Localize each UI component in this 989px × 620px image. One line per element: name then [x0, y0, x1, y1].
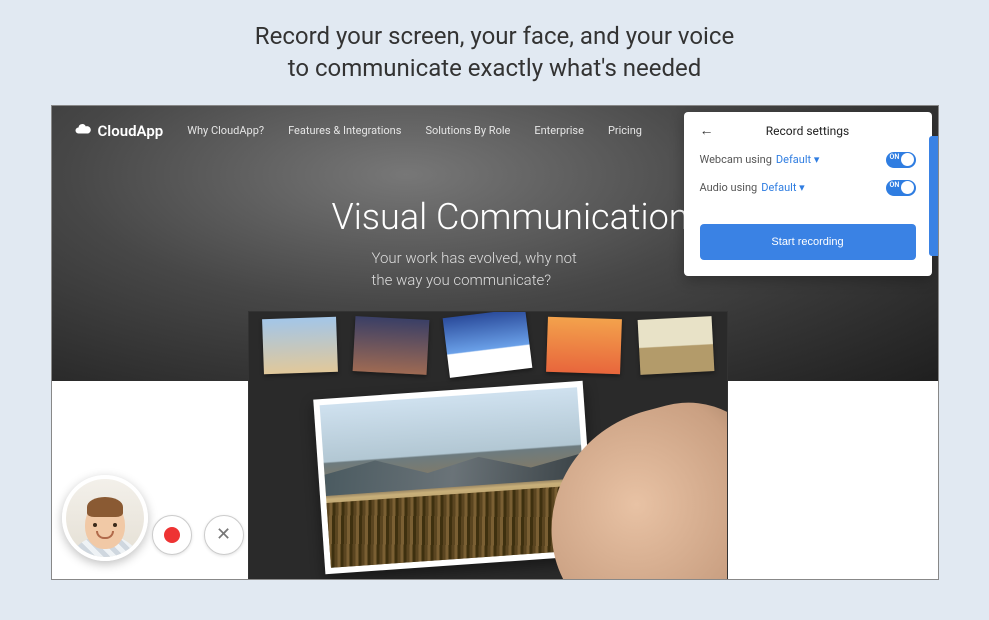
nav-link-features[interactable]: Features & Integrations: [288, 124, 401, 137]
toggle-on-label: ON: [890, 181, 900, 189]
hero-title: Visual Communication: [332, 196, 689, 238]
photo-thumb: [262, 317, 338, 375]
photo-thumb: [443, 311, 533, 378]
hero-image: [248, 311, 728, 580]
nav-link-enterprise[interactable]: Enterprise: [534, 124, 584, 137]
audio-toggle[interactable]: ON: [886, 180, 916, 196]
start-recording-button[interactable]: Start recording: [700, 224, 916, 260]
side-tab[interactable]: [929, 136, 939, 256]
webcam-preview[interactable]: [62, 475, 148, 561]
brand-name: CloudApp: [98, 122, 164, 140]
webcam-row: Webcam using Default ▾ ON: [700, 152, 916, 168]
nav-link-pricing[interactable]: Pricing: [608, 124, 642, 137]
nav-link-why[interactable]: Why CloudApp?: [187, 124, 264, 137]
photo-thumb: [353, 316, 430, 375]
screen-recording-frame: CloudApp Why CloudApp? Features & Integr…: [51, 105, 939, 580]
audio-source-select[interactable]: Default ▾: [761, 181, 804, 194]
record-icon: [164, 527, 180, 543]
webcam-label: Webcam using: [700, 153, 772, 166]
marketing-headline: Record your screen, your face, and your …: [40, 20, 949, 85]
panel-title: Record settings: [766, 124, 849, 138]
webcam-toggle[interactable]: ON: [886, 152, 916, 168]
brand-logo[interactable]: CloudApp: [74, 120, 164, 142]
toggle-on-label: ON: [890, 153, 900, 161]
webcam-source-select[interactable]: Default ▾: [776, 153, 819, 166]
record-button[interactable]: [152, 515, 192, 555]
close-icon: ✕: [216, 526, 231, 544]
hero-subtitle: Your work has evolved, why not the way y…: [372, 248, 577, 292]
hero-subtitle-line-2: the way you communicate?: [372, 270, 577, 292]
back-arrow-icon[interactable]: ←: [700, 122, 714, 139]
cancel-button[interactable]: ✕: [204, 515, 244, 555]
photo-thumb: [546, 317, 622, 375]
photo-thumb: [637, 316, 714, 375]
record-settings-panel: ← Record settings Webcam using Default ▾…: [684, 112, 932, 276]
headline-line-2: to communicate exactly what's needed: [40, 52, 949, 84]
hero-subtitle-line-1: Your work has evolved, why not: [372, 248, 577, 270]
cloud-icon: [74, 120, 92, 142]
audio-label: Audio using: [700, 181, 758, 194]
headline-line-1: Record your screen, your face, and your …: [40, 20, 949, 52]
nav-link-solutions[interactable]: Solutions By Role: [425, 124, 510, 137]
audio-row: Audio using Default ▾ ON: [700, 180, 916, 196]
